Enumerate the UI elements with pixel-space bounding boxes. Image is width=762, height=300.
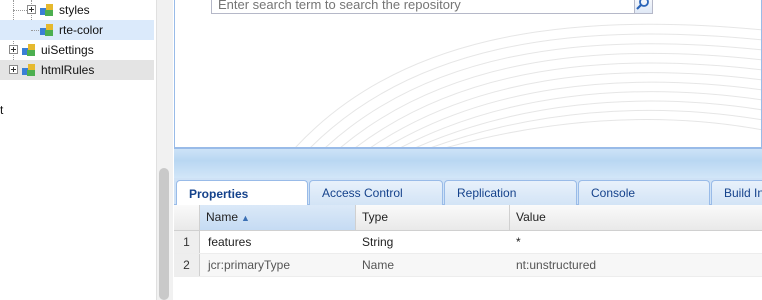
node-icon xyxy=(22,44,35,56)
tab-properties[interactable]: Properties xyxy=(176,180,308,206)
tree-node-label: uiSettings xyxy=(41,43,94,57)
tab-access-control[interactable]: Access Control xyxy=(309,180,443,205)
tree-scrollbar[interactable] xyxy=(156,0,173,300)
column-header-name[interactable]: Name ▲ xyxy=(200,205,356,230)
tree-node-styles[interactable]: styles xyxy=(0,0,154,20)
table-row[interactable]: 1 features String * xyxy=(174,231,762,254)
expand-icon[interactable] xyxy=(9,65,18,74)
tab-build-info[interactable]: Build In xyxy=(711,180,762,205)
column-header-type[interactable]: Type xyxy=(356,205,510,230)
column-header-value[interactable]: Value xyxy=(510,205,762,230)
tab-label: Console xyxy=(591,186,636,200)
node-icon xyxy=(40,4,53,16)
tree-node-htmlrules[interactable]: htmlRules xyxy=(0,60,154,80)
cell-name[interactable]: jcr:primaryType xyxy=(202,254,356,276)
expand-icon[interactable] xyxy=(27,5,36,14)
cell-value[interactable]: * xyxy=(510,231,760,253)
expand-icon[interactable] xyxy=(9,45,18,54)
tab-strip: Properties Access Control Replication Co… xyxy=(174,178,762,206)
panel-splitter[interactable] xyxy=(174,148,762,178)
tree-node-label: htmlRules xyxy=(41,63,95,77)
tree-connector xyxy=(13,10,27,11)
cell-type[interactable]: Name xyxy=(356,254,510,276)
cell-type[interactable]: String xyxy=(356,231,510,253)
tab-console[interactable]: Console xyxy=(578,180,710,205)
node-icon xyxy=(40,24,53,36)
search-icon xyxy=(636,0,649,10)
tab-label: Access Control xyxy=(322,186,403,200)
background-wave-decoration xyxy=(295,23,761,147)
row-number: 2 xyxy=(174,254,200,276)
search-panel xyxy=(174,0,762,148)
row-number: 1 xyxy=(174,231,200,253)
scrollbar-thumb[interactable] xyxy=(159,168,169,300)
column-header-label: Value xyxy=(516,210,546,224)
column-header-label: Name xyxy=(206,210,239,224)
tree-node-uisettings[interactable]: uiSettings xyxy=(0,40,154,60)
tab-label: Build In xyxy=(724,186,762,200)
cell-value[interactable]: nt:unstructured xyxy=(510,254,760,276)
tree-node-label: rte-color xyxy=(59,23,104,37)
tab-replication[interactable]: Replication xyxy=(444,180,577,205)
truncated-tree-text: t xyxy=(0,103,4,117)
cell-name[interactable]: features xyxy=(202,231,356,253)
search-button[interactable] xyxy=(634,0,653,14)
grid-header: Name ▲ Type Value xyxy=(174,205,762,231)
row-number-header xyxy=(174,205,200,230)
repository-tree: styles rte-color uiSettings htmlRules t xyxy=(0,0,156,300)
search-input[interactable] xyxy=(212,0,632,13)
properties-grid: Name ▲ Type Value 1 features String * 2 j… xyxy=(174,205,762,300)
node-icon xyxy=(22,64,35,76)
column-header-label: Type xyxy=(362,210,389,224)
tree-connector xyxy=(31,30,39,31)
sort-ascending-icon: ▲ xyxy=(241,213,250,223)
tree-node-label: styles xyxy=(59,3,90,17)
table-row[interactable]: 2 jcr:primaryType Name nt:unstructured xyxy=(174,254,762,277)
tab-label: Properties xyxy=(189,186,249,201)
tree-node-rte-color[interactable]: rte-color xyxy=(0,20,154,40)
search-field[interactable] xyxy=(211,0,635,14)
tab-label: Replication xyxy=(457,186,517,200)
